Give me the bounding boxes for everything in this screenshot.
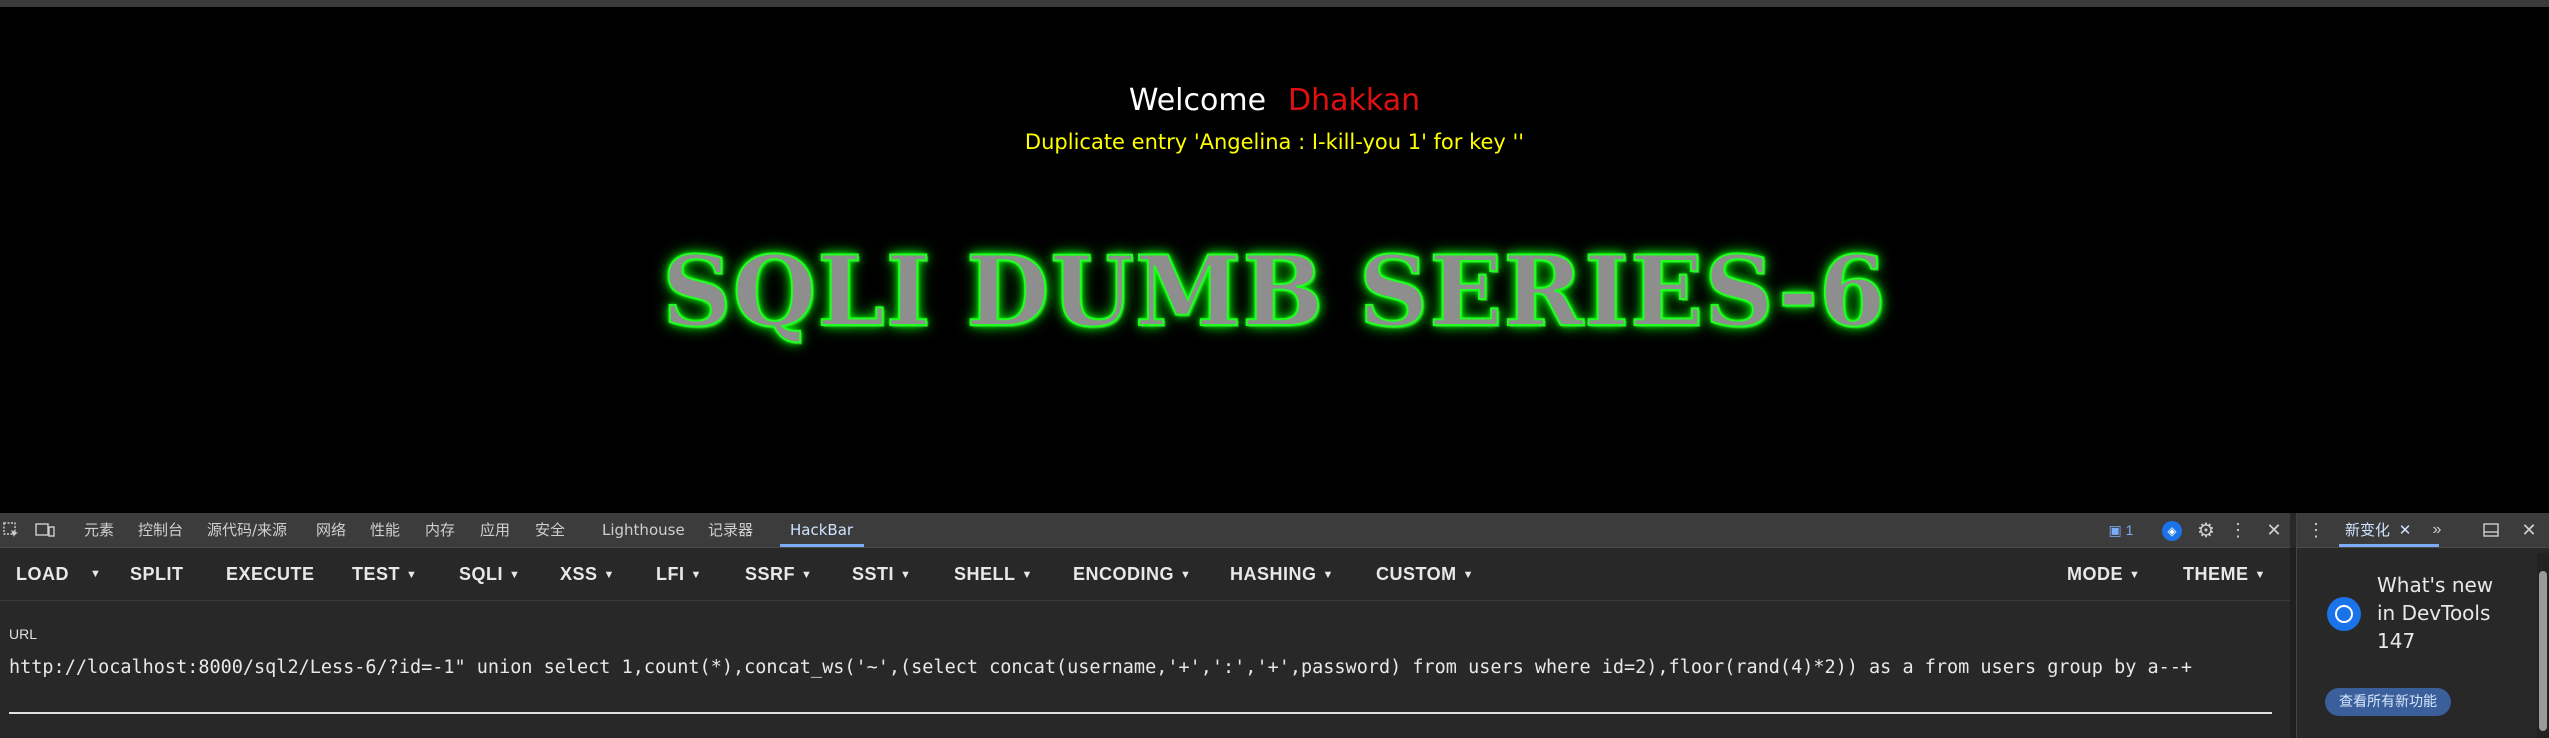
tab-memory[interactable]: 内存 (425, 513, 455, 547)
user-name: Dhakkan (1288, 83, 1421, 118)
sqli-menu[interactable]: SQLI ▼ (459, 548, 520, 600)
whats-new-panel: ⋮ 新变化 ✕ » ✕ What's new in DevTools 147 查… (2296, 513, 2549, 738)
custom-menu[interactable]: CUSTOM ▼ (1376, 548, 1474, 600)
caret-down-icon: ▼ (1180, 569, 1192, 581)
devtools-tab-bar: 元素 控制台 源代码/来源 网络 性能 内存 应用 安全 Lighthouse … (0, 513, 2290, 548)
more-vertical-icon[interactable]: ⋮ (2307, 519, 2325, 541)
close-devtools-icon[interactable]: ✕ (2264, 519, 2284, 541)
devtools-panel: 元素 控制台 源代码/来源 网络 性能 内存 应用 安全 Lighthouse … (0, 513, 2549, 738)
tab-performance[interactable]: 性能 (370, 513, 400, 547)
hackbar-toolbar: LOAD ▼ SPLIT EXECUTE TEST ▼ SQLI ▼ XSS ▼ LF… (0, 548, 2290, 601)
tab-lighthouse[interactable]: Lighthouse (602, 513, 685, 547)
tab-network[interactable]: 网络 (316, 513, 346, 547)
caret-down-icon: ▼ (801, 569, 813, 581)
xss-label: XSS (560, 564, 598, 584)
browser-top-strip (0, 0, 2549, 7)
tab-security[interactable]: 安全 (535, 513, 565, 547)
shell-menu[interactable]: SHELL ▼ (954, 548, 1033, 600)
chrome-devtools-logo-icon (2327, 597, 2361, 631)
whats-new-tab-label: 新变化 (2345, 521, 2391, 539)
test-menu[interactable]: TEST ▼ (352, 548, 417, 600)
error-message: Duplicate entry 'Angelina : I-kill-you 1… (1024, 130, 1525, 154)
close-drawer-icon[interactable]: ✕ (2519, 519, 2539, 541)
mode-label: MODE (2067, 564, 2123, 584)
whats-new-scrollbar[interactable] (2537, 553, 2549, 738)
encoding-label: ENCODING (1073, 564, 1175, 584)
lfi-menu[interactable]: LFI ▼ (656, 548, 702, 600)
tab-hackbar[interactable]: HackBar (790, 513, 853, 547)
issues-count: 1 (2125, 522, 2134, 538)
active-tab-indicator (780, 544, 864, 547)
caret-down-icon: ▼ (900, 569, 912, 581)
split-button[interactable]: SPLIT (130, 548, 184, 600)
caret-down-icon: ▼ (509, 569, 521, 581)
caret-down-icon: ▼ (690, 569, 702, 581)
tab-recorder[interactable]: 记录器 (708, 513, 753, 547)
ssrf-label: SSRF (745, 564, 796, 584)
url-input-underline (9, 712, 2272, 714)
view-all-features-button[interactable]: 查看所有新功能 (2325, 688, 2451, 716)
shell-label: SHELL (954, 564, 1016, 584)
theme-label: THEME (2183, 564, 2249, 584)
tab-console[interactable]: 控制台 (138, 513, 183, 547)
url-label: URL (9, 626, 38, 642)
tab-application[interactable]: 应用 (480, 513, 510, 547)
settings-gear-icon[interactable]: ⚙ (2195, 519, 2217, 542)
more-tabs-chevron-icon[interactable]: » (2427, 519, 2447, 541)
series-banner: SQLI DUMB SERIES-6 (0, 234, 2549, 349)
close-tab-icon[interactable]: ✕ (2399, 521, 2412, 539)
test-label: TEST (352, 564, 401, 584)
ssrf-menu[interactable]: SSRF ▼ (745, 548, 812, 600)
welcome-line: Welcome Dhakkan (0, 83, 2549, 118)
caret-down-icon: ▼ (1021, 569, 1033, 581)
theme-menu[interactable]: THEME ▼ (2183, 548, 2266, 600)
message-icon: ▣ (2108, 521, 2122, 538)
sqli-label: SQLI (459, 564, 504, 584)
encoding-menu[interactable]: ENCODING ▼ (1073, 548, 1191, 600)
caret-down-icon: ▼ (406, 569, 418, 581)
extension-icon[interactable]: ◈ (2162, 521, 2182, 541)
tab-sources[interactable]: 源代码/来源 (207, 513, 287, 547)
ssti-menu[interactable]: SSTI ▼ (852, 548, 911, 600)
hashing-label: HASHING (1230, 564, 1317, 584)
execute-button[interactable]: EXECUTE (226, 548, 315, 600)
device-toolbar-icon[interactable] (34, 521, 56, 539)
caret-down-icon: ▼ (1462, 569, 1475, 581)
caret-down-icon: ▼ (1322, 569, 1334, 581)
scrollbar-thumb[interactable] (2539, 571, 2547, 731)
custom-label: CUSTOM (1376, 564, 1457, 584)
caret-down-icon: ▼ (2254, 569, 2266, 581)
more-vertical-icon[interactable]: ⋮ (2229, 519, 2247, 541)
active-tab-indicator (2339, 544, 2439, 547)
caret-down-icon: ▼ (603, 569, 615, 581)
web-page: Welcome Dhakkan Duplicate entry 'Angelina… (0, 7, 2549, 513)
caret-down-icon: ▼ (2129, 569, 2141, 581)
tab-elements[interactable]: 元素 (84, 513, 114, 547)
whats-new-title[interactable]: What's new in DevTools 147 (2377, 571, 2517, 655)
load-dropdown-caret-icon[interactable]: ▼ (90, 548, 101, 600)
ssti-label: SSTI (852, 564, 895, 584)
xss-menu[interactable]: XSS ▼ (560, 548, 615, 600)
inspect-element-icon[interactable] (2, 521, 20, 539)
whats-new-header: ⋮ 新变化 ✕ » ✕ (2297, 513, 2549, 548)
mode-menu[interactable]: MODE ▼ (2067, 548, 2140, 600)
dock-side-icon[interactable] (2481, 520, 2501, 540)
hashing-menu[interactable]: HASHING ▼ (1230, 548, 1334, 600)
banner-text: SQLI DUMB SERIES-6 (661, 234, 1887, 349)
url-input[interactable]: http://localhost:8000/sql2/Less-6/?id=-1… (9, 653, 2274, 683)
load-button[interactable]: LOAD (16, 548, 69, 600)
welcome-label: Welcome (1128, 83, 1267, 118)
tab-whats-new[interactable]: 新变化 ✕ (2345, 513, 2411, 547)
lfi-label: LFI (656, 564, 685, 584)
issues-indicator[interactable]: ▣ 1 (2106, 520, 2136, 540)
